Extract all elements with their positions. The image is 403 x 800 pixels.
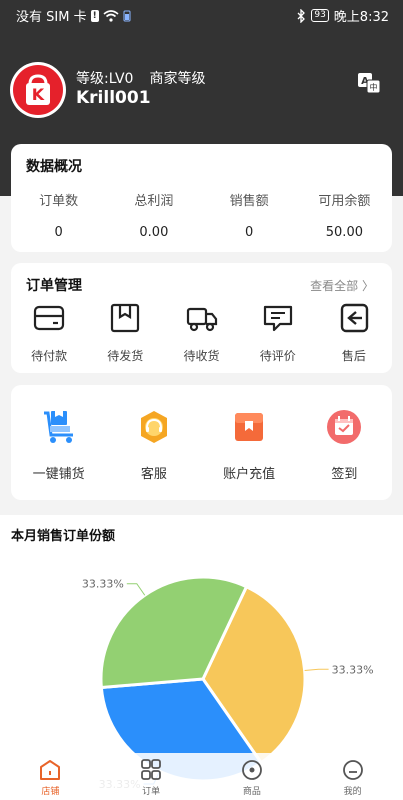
username: Krill001 bbox=[76, 88, 151, 108]
orders-title: 订单管理 bbox=[26, 278, 82, 294]
svg-text:K: K bbox=[32, 85, 45, 104]
bluetooth-icon bbox=[297, 8, 306, 23]
status-bar: 没有 SIM 卡 ! 93 晚上8:32 bbox=[0, 0, 403, 30]
stats-title: 数据概况 bbox=[26, 159, 82, 175]
bottom-tab-bar: 店铺 订单 商品 我的 bbox=[0, 753, 403, 800]
order-pending-shipment[interactable]: 待发货 bbox=[87, 303, 163, 364]
comment-icon bbox=[263, 305, 292, 332]
smile-icon bbox=[342, 760, 363, 780]
one-click-listing[interactable]: 一键铺货 bbox=[11, 409, 106, 482]
recharge-icon bbox=[235, 413, 264, 441]
stat-balance: 可用余额 50.00 bbox=[318, 194, 371, 240]
sim-alert-icon: ! bbox=[90, 9, 99, 22]
profile-header: K 等级:LV0 商家等级 Krill001 A 中 bbox=[10, 62, 393, 122]
svg-text:中: 中 bbox=[370, 82, 378, 92]
battery-icon: 93 bbox=[311, 9, 329, 22]
pie-label-line-2 bbox=[126, 583, 146, 596]
order-pending-payment[interactable]: 待付款 bbox=[11, 303, 87, 364]
tab-orders[interactable]: 订单 bbox=[101, 753, 202, 800]
pie-label-0: 33.33% bbox=[332, 663, 374, 676]
carrier-text: 没有 SIM 卡 bbox=[16, 10, 87, 25]
stat-profit: 总利润 0.00 bbox=[134, 194, 174, 240]
order-pending-receipt[interactable]: 待收货 bbox=[163, 303, 239, 364]
order-management-card: 订单管理 查看全部 〉 待付款 待发货 待收货 待评价 售后 bbox=[11, 263, 392, 373]
package-icon bbox=[111, 303, 140, 333]
merchant-level: 商家等级 bbox=[149, 71, 206, 87]
view-all-link[interactable]: 查看全部 〉 bbox=[310, 277, 374, 294]
truck-icon bbox=[186, 307, 217, 332]
check-in[interactable]: 签到 bbox=[297, 409, 392, 482]
order-after-sales[interactable]: 售后 bbox=[316, 303, 392, 364]
quick-tools-card: 一键铺货 客服 账户充值 签到 bbox=[11, 385, 392, 500]
cart-icon bbox=[43, 411, 73, 443]
user-level: 等级:LV0 bbox=[76, 71, 134, 87]
shop-icon bbox=[40, 760, 61, 780]
calendar-check-icon bbox=[327, 410, 362, 444]
stats-overview-card: 数据概况 订单数 0 总利润 0.00 销售额 0 可用余额 50.00 bbox=[11, 144, 392, 252]
account-recharge[interactable]: 账户充值 bbox=[202, 409, 297, 482]
shop-logo-icon: K bbox=[13, 65, 63, 115]
tab-products[interactable]: 商品 bbox=[202, 753, 303, 800]
avatar[interactable]: K bbox=[10, 62, 66, 118]
wallet-icon bbox=[33, 305, 65, 331]
tab-shop[interactable]: 店铺 bbox=[0, 753, 101, 800]
pie-label-line-0 bbox=[304, 668, 329, 671]
grid-icon bbox=[141, 759, 162, 780]
stat-orders: 订单数 0 bbox=[39, 194, 79, 240]
small-battery-icon bbox=[123, 10, 131, 21]
order-pending-review[interactable]: 待评价 bbox=[240, 303, 316, 364]
wifi-icon bbox=[103, 9, 119, 22]
customer-service[interactable]: 客服 bbox=[106, 409, 201, 482]
clock: 晚上8:32 bbox=[333, 10, 389, 25]
stat-sales: 销售额 0 bbox=[229, 194, 269, 240]
return-icon bbox=[340, 303, 369, 333]
headset-icon bbox=[140, 411, 167, 443]
target-icon bbox=[241, 760, 262, 780]
pie-label-2: 33.33% bbox=[82, 578, 124, 591]
tab-mine[interactable]: 我的 bbox=[302, 753, 403, 800]
translate-icon[interactable]: A 中 bbox=[357, 72, 381, 94]
